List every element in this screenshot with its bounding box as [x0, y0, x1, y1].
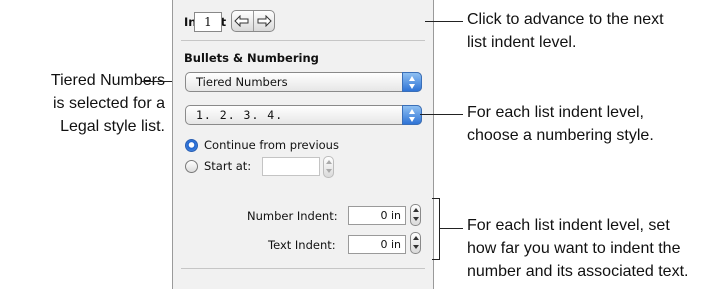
start-at-radio[interactable] [185, 160, 198, 173]
start-at-field[interactable] [262, 157, 320, 176]
text-indent-stepper[interactable] [410, 232, 421, 254]
leader-line [440, 228, 463, 229]
callout-numbering-style: For each list indent level, choose a num… [467, 101, 654, 147]
continue-radio[interactable] [185, 139, 198, 152]
indent-level-arrows [231, 10, 275, 32]
callout-indent-values: For each list indent level, set how far … [467, 214, 688, 283]
number-indent-label: Number Indent: [247, 209, 338, 223]
text-indent-field[interactable]: 0 in [348, 235, 406, 254]
bullet-type-popup[interactable]: Tiered Numbers [185, 72, 422, 92]
number-format-popup[interactable]: 1. 2. 3. 4. [185, 105, 422, 125]
bullet-type-value: Tiered Numbers [196, 75, 288, 89]
divider [181, 40, 425, 41]
callout-tiered-numbers: Tiered Numbers is selected for a Legal s… [0, 69, 165, 138]
callout-line: For each list indent level, set [467, 217, 670, 234]
callout-line: is selected for a [52, 95, 165, 112]
list-inspector-panel: Indent Level 1 Bullets & Numbering Tiere… [172, 0, 434, 289]
number-indent-field[interactable]: 0 in [348, 206, 406, 225]
bullets-numbering-heading: Bullets & Numbering [184, 51, 319, 65]
indent-left-button[interactable] [232, 11, 254, 31]
indent-right-button[interactable] [254, 11, 275, 31]
number-format-value: 1. 2. 3. 4. [196, 108, 284, 122]
popup-arrows-icon [402, 72, 422, 92]
leader-line [420, 114, 463, 115]
continue-label: Continue from previous [204, 138, 339, 152]
callout-line: list indent level. [467, 34, 577, 51]
callout-line: Legal style list. [60, 118, 165, 135]
callout-line: how far you want to indent the [467, 240, 681, 257]
callout-line: Tiered Numbers [50, 72, 165, 89]
callout-indent-arrows: Click to advance to the next list indent… [467, 8, 664, 54]
right-arrow-icon [257, 15, 272, 27]
leader-line [425, 21, 463, 22]
callout-line: number and its associated text. [467, 263, 689, 280]
left-arrow-icon [234, 15, 249, 27]
callout-line: Click to advance to the next [467, 11, 664, 28]
divider [181, 268, 425, 269]
callout-line: For each list indent level, [467, 104, 644, 121]
text-indent-label: Text Indent: [268, 238, 336, 252]
start-at-stepper[interactable] [323, 156, 334, 178]
bracket [432, 198, 440, 260]
start-at-label: Start at: [204, 159, 252, 173]
indent-level-field[interactable]: 1 [194, 12, 222, 32]
popup-arrows-icon [402, 105, 422, 125]
callout-line: choose a numbering style. [467, 127, 654, 144]
number-indent-stepper[interactable] [410, 204, 421, 226]
